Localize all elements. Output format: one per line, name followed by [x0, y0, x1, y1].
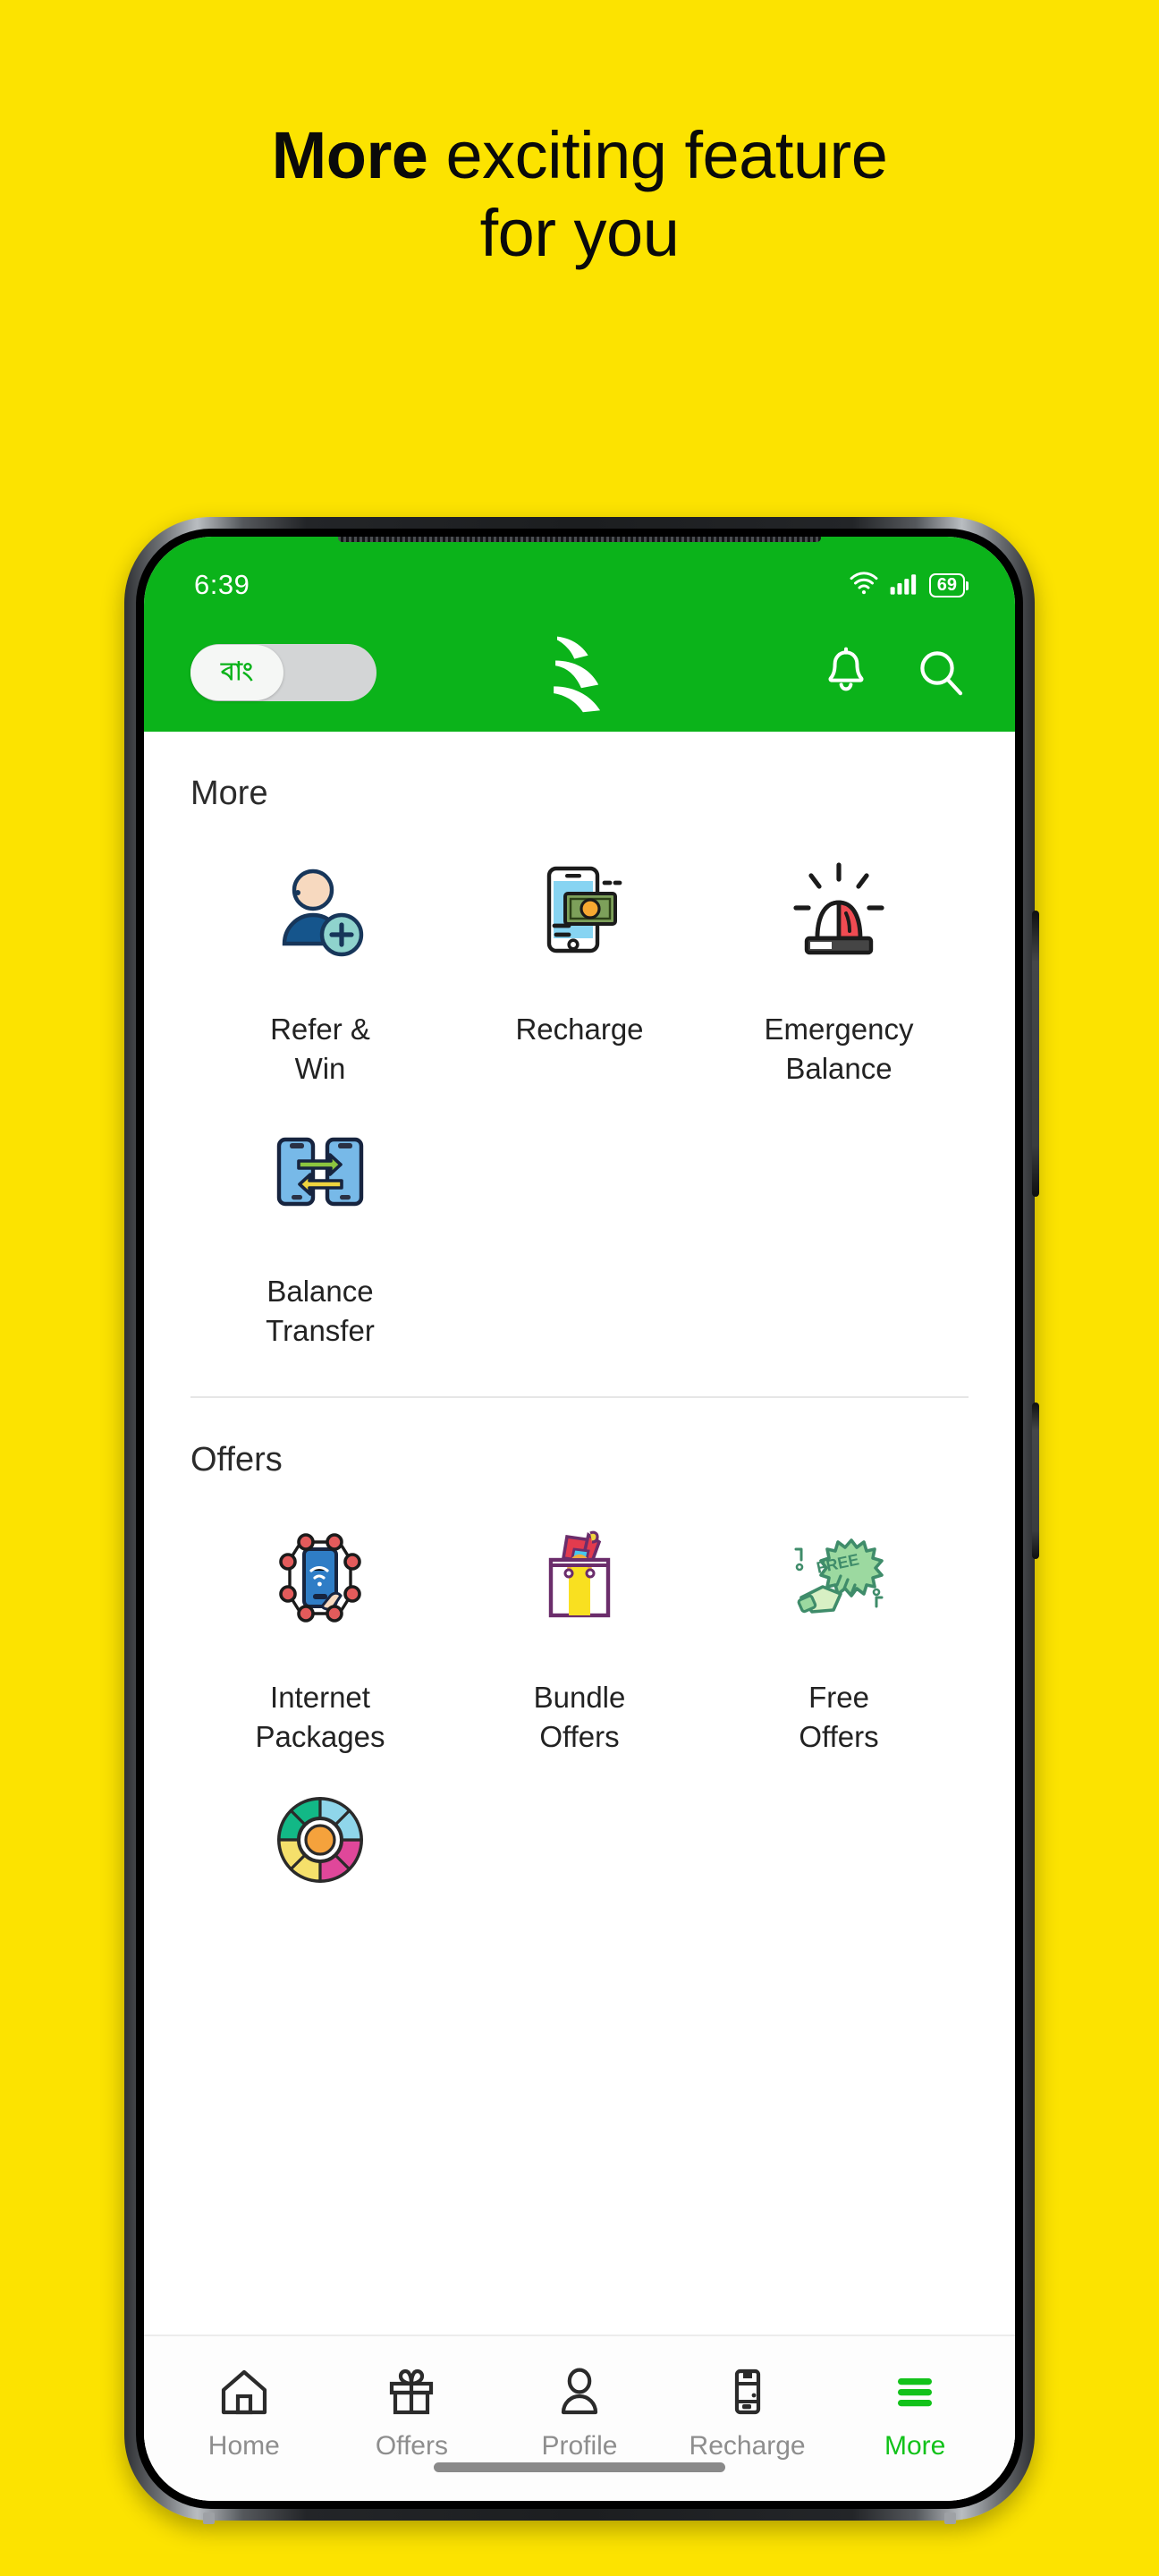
hamburger-icon	[887, 2358, 943, 2426]
headline-line2: for you	[479, 196, 680, 271]
phone-transfer-icon	[258, 1109, 383, 1234]
tile-refer-win[interactable]: Refer & Win	[190, 847, 450, 1088]
tile-label-emergency-balance: Emergency Balance	[764, 1013, 914, 1085]
home-indicator[interactable]	[434, 2462, 725, 2472]
nav-item-recharge[interactable]: Recharge	[664, 2358, 832, 2462]
nav-label-home: Home	[207, 2431, 280, 2461]
tile-recharge[interactable]: Recharge	[450, 847, 709, 1088]
language-toggle-label: বাং	[190, 645, 283, 700]
shopping-bag-icon	[517, 1515, 642, 1640]
section-offers: Offers Internet Packages Bundle Offers F…	[144, 1398, 1015, 1940]
tile-bundle-offers[interactable]: Bundle Offers	[450, 1515, 709, 1756]
free-megaphone-icon: FREE	[776, 1515, 901, 1640]
nav-label-profile: Profile	[541, 2431, 618, 2461]
nav-item-profile[interactable]: Profile	[495, 2358, 664, 2462]
search-icon[interactable]	[913, 645, 969, 700]
home-icon	[216, 2358, 272, 2426]
battery-level: 69	[936, 574, 957, 595]
earpiece-speaker	[338, 537, 821, 542]
status-time: 6:39	[194, 569, 250, 600]
tile-free-offers[interactable]: FREE Free Offers	[709, 1515, 969, 1756]
phone-device-frame: 6:39 69 বাং More Refer & Win Recharge Em…	[124, 517, 1039, 2524]
wifi-icon	[849, 571, 879, 600]
headline-rest: exciting feature	[427, 118, 888, 192]
tile-label-refer-win: Refer & Win	[270, 1013, 370, 1085]
brand-logo-icon	[538, 628, 621, 717]
bell-icon[interactable]	[818, 645, 874, 700]
tile-color-wheel[interactable]	[190, 1777, 450, 1940]
phone-bezel: 6:39 69 বাং More Refer & Win Recharge Em…	[136, 529, 1023, 2509]
phone-screen: 6:39 69 বাং More Refer & Win Recharge Em…	[144, 537, 1015, 2501]
nav-label-recharge: Recharge	[689, 2431, 806, 2461]
frame-foot-left	[203, 2512, 215, 2524]
tile-emergency-balance[interactable]: Emergency Balance	[709, 847, 969, 1088]
siren-icon	[776, 847, 901, 972]
section-title-offers: Offers	[190, 1441, 283, 1479]
tile-label-bundle-offers: Bundle Offers	[533, 1681, 626, 1753]
nav-item-home[interactable]: Home	[160, 2358, 328, 2462]
status-bar: 6:39 69	[144, 537, 1015, 614]
app-bar: বাং	[144, 614, 1015, 732]
battery-icon: 69	[928, 572, 969, 597]
color-wheel-icon	[258, 1777, 383, 1902]
language-toggle[interactable]: বাং	[190, 644, 376, 701]
person-icon	[552, 2358, 607, 2426]
tile-label-recharge: Recharge	[515, 1013, 644, 1046]
headline-strong: More	[271, 118, 428, 192]
nav-item-offers[interactable]: Offers	[328, 2358, 496, 2462]
bottom-navigation: Home Offers Profile Recharge More	[144, 2334, 1015, 2501]
frame-foot-right	[944, 2512, 956, 2524]
status-indicators: 69	[849, 571, 969, 600]
tile-label-free-offers: Free Offers	[799, 1681, 879, 1753]
nav-label-more: More	[884, 2431, 946, 2461]
gift-icon	[384, 2358, 439, 2426]
section-title-more: More	[190, 775, 268, 812]
power-button[interactable]	[1032, 1402, 1039, 1559]
recharge-card-icon	[720, 2358, 775, 2426]
promo-headline: More exciting feature for you	[0, 116, 1159, 273]
user-add-icon	[258, 847, 383, 972]
signal-bars-icon	[889, 571, 919, 600]
app-bar-actions	[818, 645, 969, 700]
volume-button[interactable]	[1032, 911, 1039, 1197]
tile-label-internet-packages: Internet Packages	[255, 1681, 385, 1753]
page-content: More Refer & Win Recharge Emergency Bala…	[144, 732, 1015, 2501]
more-grid: Refer & Win Recharge Emergency Balance B…	[190, 822, 969, 1350]
phone-money-icon	[517, 847, 642, 972]
offers-grid: Internet Packages Bundle Offers FREE Fre…	[190, 1488, 969, 1940]
section-more: More Refer & Win Recharge Emergency Bala…	[144, 732, 1015, 1399]
tile-balance-transfer[interactable]: Balance Transfer	[190, 1109, 450, 1350]
network-phone-icon	[258, 1515, 383, 1640]
nav-item-more[interactable]: More	[831, 2358, 999, 2462]
tile-internet-packages[interactable]: Internet Packages	[190, 1515, 450, 1756]
nav-label-offers: Offers	[375, 2431, 448, 2461]
tile-label-balance-transfer: Balance Transfer	[266, 1275, 375, 1347]
